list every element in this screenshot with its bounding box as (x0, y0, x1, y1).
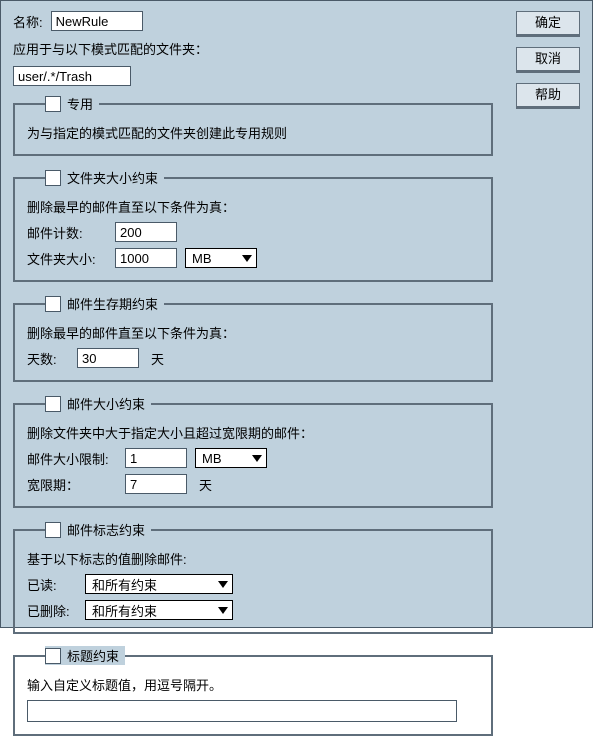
folder-size-checkbox[interactable] (45, 170, 61, 186)
name-label: 名称: (13, 12, 43, 31)
exclusive-group: 专用 为与指定的模式匹配的文件夹创建此专用规则 (13, 94, 493, 156)
exclusive-desc: 为与指定的模式匹配的文件夹创建此专用规则 (27, 123, 479, 142)
help-button[interactable]: 帮助 (516, 83, 580, 109)
message-count-input[interactable] (115, 222, 177, 242)
deleted-select[interactable]: 和所有约束 (85, 600, 233, 620)
message-age-desc: 删除最早的邮件直至以下条件为真： (27, 323, 479, 342)
folder-size-unit-select[interactable]: MB (185, 248, 257, 268)
folder-size-unit-value: MB (192, 251, 212, 266)
message-size-checkbox[interactable] (45, 396, 61, 412)
message-age-title: 邮件生存期约束 (67, 294, 158, 313)
days-input[interactable] (77, 348, 139, 368)
size-limit-unit-value: MB (202, 451, 222, 466)
message-size-group: 邮件大小约束 删除文件夹中大于指定大小且超过宽限期的邮件： 邮件大小限制: MB… (13, 394, 493, 508)
folder-size-group: 文件夹大小约束 删除最早的邮件直至以下条件为真： 邮件计数: 文件夹大小: MB (13, 168, 493, 282)
header-input[interactable] (27, 700, 457, 722)
header-desc: 输入自定义标题值，用逗号隔开。 (27, 675, 479, 694)
folder-size-input[interactable] (115, 248, 177, 268)
message-count-label: 邮件计数: (27, 223, 107, 242)
days-unit: 天 (151, 349, 164, 368)
pattern-input[interactable] (13, 66, 131, 86)
days-label: 天数: (27, 349, 69, 368)
header-checkbox[interactable] (45, 648, 61, 664)
dialog-window: 确定 取消 帮助 名称: 应用于与以下模式匹配的文件夹： 专用 为与指定的模式匹… (0, 0, 593, 628)
exclusive-title: 专用 (67, 94, 93, 113)
chevron-down-icon (252, 455, 262, 462)
message-age-group: 邮件生存期约束 删除最早的邮件直至以下条件为真： 天数: 天 (13, 294, 493, 382)
folder-size-label: 文件夹大小: (27, 249, 107, 268)
chevron-down-icon (242, 255, 252, 262)
applies-label: 应用于与以下模式匹配的文件夹： (13, 39, 493, 58)
deleted-select-value: 和所有约束 (92, 601, 157, 620)
read-select-value: 和所有约束 (92, 575, 157, 594)
flags-checkbox[interactable] (45, 522, 61, 538)
flags-desc: 基于以下标志的值删除邮件: (27, 549, 479, 568)
flags-group: 邮件标志约束 基于以下标志的值删除邮件: 已读: 和所有约束 已删除: 和所有约… (13, 520, 493, 634)
chevron-down-icon (218, 581, 228, 588)
read-select[interactable]: 和所有约束 (85, 574, 233, 594)
read-label: 已读: (27, 575, 77, 594)
grace-unit: 天 (199, 475, 212, 494)
folder-size-title: 文件夹大小约束 (67, 168, 158, 187)
size-limit-input[interactable] (125, 448, 187, 468)
size-limit-label: 邮件大小限制: (27, 449, 117, 468)
grace-label: 宽限期： (27, 475, 117, 494)
deleted-label: 已删除: (27, 601, 77, 620)
exclusive-checkbox[interactable] (45, 96, 61, 112)
folder-size-desc: 删除最早的邮件直至以下条件为真： (27, 197, 479, 216)
grace-input[interactable] (125, 474, 187, 494)
message-age-checkbox[interactable] (45, 296, 61, 312)
cancel-button[interactable]: 取消 (516, 47, 580, 73)
flags-title: 邮件标志约束 (67, 520, 145, 539)
name-input[interactable] (51, 11, 143, 31)
action-buttons: 确定 取消 帮助 (516, 11, 580, 109)
header-group: 标题约束 输入自定义标题值，用逗号隔开。 (13, 646, 493, 736)
header-title: 标题约束 (67, 646, 119, 665)
message-size-desc: 删除文件夹中大于指定大小且超过宽限期的邮件： (27, 423, 479, 442)
size-limit-unit-select[interactable]: MB (195, 448, 267, 468)
ok-button[interactable]: 确定 (516, 11, 580, 37)
message-size-title: 邮件大小约束 (67, 394, 145, 413)
chevron-down-icon (218, 607, 228, 614)
